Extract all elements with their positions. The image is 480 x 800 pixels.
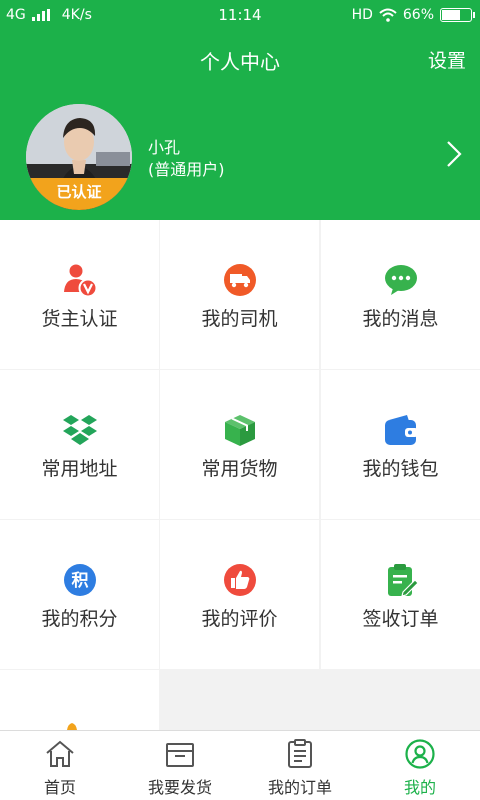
hd-indicator: HD bbox=[351, 7, 373, 23]
chat-bubble-icon bbox=[384, 265, 417, 295]
menu-my-reviews[interactable]: 我的评价 bbox=[160, 520, 319, 669]
menu-label: 签收订单 bbox=[362, 608, 439, 630]
tab-home[interactable]: 首页 bbox=[0, 731, 120, 800]
clipboard-sign-icon bbox=[387, 564, 419, 597]
tab-mine[interactable]: 我的 bbox=[360, 731, 480, 800]
tab-label: 首页 bbox=[43, 778, 76, 797]
avatar[interactable]: 已认证 bbox=[26, 104, 132, 210]
verified-badge: 已认证 bbox=[26, 178, 132, 210]
menu-label: 我的评价 bbox=[201, 608, 278, 630]
user-role: (普通用户) bbox=[148, 160, 225, 179]
menu-grid: 货主认证 我的司机 我的消息 常用地址 常用货物 我的钱包 积 我的积分 我的评… bbox=[0, 220, 480, 730]
menu-common-goods[interactable]: 常用货物 bbox=[160, 370, 319, 519]
truck-icon bbox=[223, 264, 256, 296]
package-icon bbox=[224, 415, 255, 446]
wallet-icon bbox=[384, 415, 418, 445]
profile-header: 个人中心 设置 已认证 小孔 (普通用户) bbox=[0, 32, 480, 220]
points-icon: 积 bbox=[63, 564, 96, 596]
status-bar: 4G 4K/s 11:14 HD 66% bbox=[0, 0, 480, 32]
menu-common-addresses[interactable]: 常用地址 bbox=[0, 370, 159, 519]
tab-label: 我的订单 bbox=[267, 778, 332, 797]
person-verified-icon bbox=[63, 264, 97, 298]
bottom-tab-bar: 首页 我要发货 我的订单 我的 bbox=[0, 730, 480, 800]
tab-ship[interactable]: 我要发货 bbox=[120, 731, 240, 800]
profile-icon bbox=[405, 739, 435, 769]
menu-label: 常用货物 bbox=[201, 458, 278, 480]
menu-label: 我的司机 bbox=[201, 308, 278, 330]
thumbs-up-icon bbox=[223, 564, 256, 596]
partial-orange-icon bbox=[67, 723, 77, 730]
menu-my-drivers[interactable]: 我的司机 bbox=[160, 220, 319, 369]
wifi-icon bbox=[379, 8, 397, 22]
menu-shipper-verification[interactable]: 货主认证 bbox=[0, 220, 159, 369]
tab-label: 我要发货 bbox=[147, 778, 212, 797]
boxes-icon bbox=[62, 415, 97, 445]
menu-label: 我的钱包 bbox=[362, 458, 439, 480]
battery-percent: 66% bbox=[402, 7, 434, 23]
menu-label: 我的积分 bbox=[41, 608, 118, 630]
menu-my-wallet[interactable]: 我的钱包 bbox=[321, 370, 480, 519]
svg-text:积: 积 bbox=[71, 571, 88, 591]
page-title: 个人中心 bbox=[200, 50, 280, 74]
menu-label: 常用地址 bbox=[41, 458, 118, 480]
order-list-icon bbox=[288, 739, 312, 768]
menu-sign-orders[interactable]: 签收订单 bbox=[321, 520, 480, 669]
menu-my-messages[interactable]: 我的消息 bbox=[321, 220, 480, 369]
battery-fill bbox=[442, 10, 460, 20]
menu-my-points[interactable]: 积 我的积分 bbox=[0, 520, 159, 669]
settings-button[interactable]: 设置 bbox=[428, 46, 466, 73]
inbox-icon bbox=[166, 743, 194, 767]
battery-icon bbox=[440, 8, 475, 22]
tab-orders[interactable]: 我的订单 bbox=[240, 731, 360, 800]
status-right: HD 66% bbox=[351, 7, 475, 23]
menu-partial-item[interactable] bbox=[0, 670, 159, 730]
user-name[interactable]: 小孔 bbox=[148, 134, 180, 158]
tab-label: 我的 bbox=[403, 778, 436, 797]
chevron-right-icon[interactable] bbox=[446, 140, 462, 168]
menu-label: 货主认证 bbox=[41, 308, 118, 330]
menu-label: 我的消息 bbox=[362, 308, 439, 330]
home-icon bbox=[46, 740, 74, 767]
